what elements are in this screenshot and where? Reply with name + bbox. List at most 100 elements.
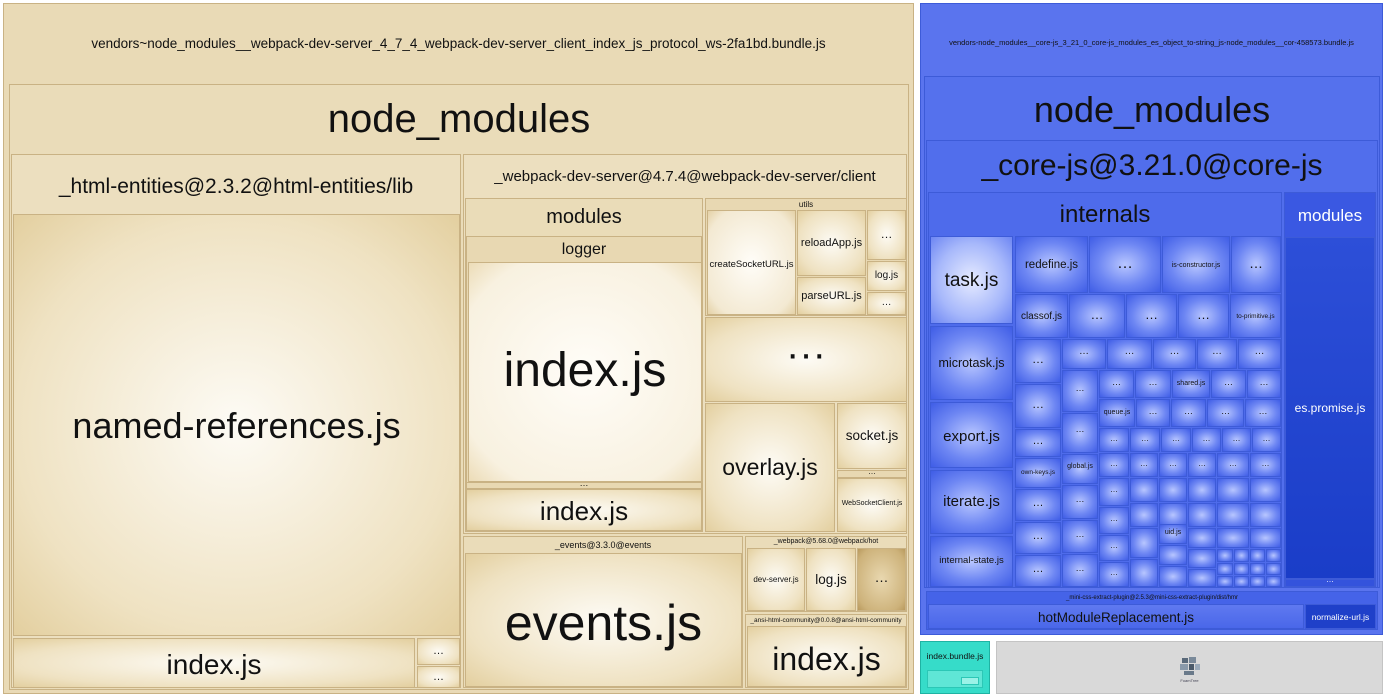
log-tile[interactable]: log.js: [867, 261, 906, 291]
internals-more-tile[interactable]: [1217, 503, 1249, 527]
classof-js-tile[interactable]: classof.js: [1015, 294, 1068, 338]
internals-more-tile[interactable]: [1188, 549, 1216, 568]
internals-more-tile[interactable]: [1217, 576, 1233, 587]
internals-more-tile[interactable]: [1234, 576, 1249, 587]
shared-js-tile[interactable]: shared.js: [1172, 370, 1210, 398]
internals-more-tile[interactable]: …: [1247, 370, 1281, 398]
internals-more-tile[interactable]: …: [1130, 428, 1160, 452]
internals-more-tile[interactable]: …: [1062, 413, 1098, 453]
internals-more-tile[interactable]: [1266, 576, 1281, 587]
internals-more-tile[interactable]: [1159, 566, 1187, 587]
internals-more-tile[interactable]: …: [1062, 520, 1098, 553]
internals-more-tile[interactable]: …: [1062, 554, 1098, 587]
internals-more-tile[interactable]: …: [1231, 236, 1281, 293]
internals-more-tile[interactable]: [1159, 545, 1187, 565]
internals-more-tile[interactable]: …: [1099, 535, 1129, 561]
internals-more-tile[interactable]: …: [1015, 489, 1061, 521]
internals-more-tile[interactable]: [1250, 503, 1281, 527]
internal-state-js-tile[interactable]: internal-state.js: [930, 536, 1013, 587]
internals-more-tile[interactable]: [1234, 549, 1249, 562]
parse-url-tile[interactable]: parseURL.js: [797, 277, 866, 315]
internals-more-tile[interactable]: …: [1159, 453, 1187, 477]
create-socket-url-tile[interactable]: createSocketURL.js: [707, 210, 796, 315]
html-entities-more-tile-1[interactable]: …: [417, 638, 460, 665]
internals-more-tile[interactable]: …: [1062, 339, 1106, 369]
redefine-js-tile[interactable]: redefine.js: [1015, 236, 1088, 293]
internals-more-tile[interactable]: [1188, 478, 1216, 502]
internals-more-tile[interactable]: …: [1130, 453, 1158, 477]
internals-more-tile[interactable]: [1130, 503, 1158, 527]
internals-more-tile[interactable]: …: [1099, 562, 1129, 587]
utils-more-tile-1[interactable]: …: [867, 210, 906, 260]
internals-more-tile[interactable]: …: [1126, 294, 1177, 338]
modules-more-tile[interactable]: …: [466, 482, 702, 489]
named-references-tile[interactable]: named-references.js: [13, 214, 460, 636]
internals-more-tile[interactable]: …: [1099, 478, 1129, 506]
internals-more-tile[interactable]: [1130, 559, 1158, 587]
is-constructor-js-tile[interactable]: is-constructor.js: [1162, 236, 1230, 293]
ansi-index-tile[interactable]: index.js: [747, 626, 906, 687]
internals-more-tile[interactable]: …: [1089, 236, 1161, 293]
internals-more-tile[interactable]: [1250, 478, 1281, 502]
reload-app-tile[interactable]: reloadApp.js: [797, 210, 866, 276]
socket-tile[interactable]: socket.js: [837, 403, 907, 469]
internals-more-tile[interactable]: …: [1099, 507, 1129, 534]
hot-log-tile[interactable]: log.js: [806, 548, 856, 611]
internals-more-tile[interactable]: …: [1245, 399, 1281, 427]
internals-more-tile[interactable]: …: [1099, 453, 1129, 477]
utils-more-tile-2[interactable]: …: [867, 292, 906, 315]
internals-more-tile[interactable]: …: [1069, 294, 1125, 338]
task-js-tile[interactable]: task.js: [930, 236, 1013, 324]
index-bundle-tile[interactable]: index.bundle.js: [920, 641, 990, 694]
internals-more-tile[interactable]: [1266, 563, 1281, 575]
internals-more-tile[interactable]: …: [1135, 370, 1171, 398]
internals-more-tile[interactable]: …: [1015, 384, 1061, 428]
internals-more-tile[interactable]: [1234, 563, 1249, 575]
hot-module-replacement-tile[interactable]: hotModuleReplacement.js: [928, 604, 1304, 629]
internals-more-tile[interactable]: …: [1015, 339, 1061, 383]
internals-more-tile[interactable]: …: [1099, 428, 1129, 452]
internals-more-tile[interactable]: …: [1015, 555, 1061, 587]
internals-more-tile[interactable]: …: [1015, 522, 1061, 554]
internals-more-tile[interactable]: …: [1211, 370, 1246, 398]
internals-more-tile[interactable]: [1217, 563, 1233, 575]
export-js-tile[interactable]: export.js: [930, 402, 1013, 468]
wds-client-more-tile[interactable]: ···: [705, 317, 907, 402]
websocket-client-tile[interactable]: WebSocketClient.js: [837, 478, 907, 532]
internals-more-tile[interactable]: [1217, 549, 1233, 562]
queue-js-tile[interactable]: queue.js: [1099, 399, 1135, 427]
internals-more-tile[interactable]: …: [1171, 399, 1206, 427]
internals-more-tile[interactable]: [1188, 528, 1216, 548]
internals-more-tile[interactable]: [1130, 478, 1158, 502]
internals-more-tile[interactable]: [1217, 528, 1249, 548]
internals-more-tile[interactable]: …: [1238, 339, 1281, 369]
internals-more-tile[interactable]: [1250, 576, 1265, 587]
to-primitive-js-tile[interactable]: to-primitive.js: [1230, 294, 1281, 338]
dev-server-tile[interactable]: dev-server.js: [747, 548, 805, 611]
socket-more-tile[interactable]: …: [837, 470, 907, 478]
internals-more-tile[interactable]: …: [1188, 453, 1216, 477]
microtask-js-tile[interactable]: microtask.js: [930, 326, 1013, 400]
events-js-tile[interactable]: events.js: [465, 553, 742, 687]
internals-more-tile[interactable]: …: [1250, 453, 1281, 477]
global-js-tile[interactable]: global.js: [1062, 454, 1098, 484]
internals-more-tile[interactable]: …: [1107, 339, 1152, 369]
internals-more-tile[interactable]: [1250, 528, 1281, 548]
html-entities-index-tile[interactable]: index.js: [13, 638, 415, 688]
html-entities-more-tile-2[interactable]: …: [417, 666, 460, 688]
normalize-url-tile[interactable]: normalize-url.js: [1305, 604, 1376, 629]
internals-more-tile[interactable]: [1159, 478, 1187, 502]
webpack-hot-more-tile[interactable]: …: [857, 548, 906, 611]
internals-more-tile[interactable]: …: [1062, 485, 1098, 519]
overlay-tile[interactable]: overlay.js: [705, 403, 835, 532]
internals-more-tile[interactable]: …: [1015, 429, 1061, 457]
internals-more-tile[interactable]: [1250, 549, 1265, 562]
internals-more-tile[interactable]: …: [1192, 428, 1221, 452]
internals-more-tile[interactable]: [1266, 549, 1281, 562]
iterate-js-tile[interactable]: iterate.js: [930, 470, 1013, 534]
internals-more-tile[interactable]: …: [1153, 339, 1196, 369]
logger-index-tile[interactable]: index.js: [468, 262, 702, 482]
internals-more-tile[interactable]: [1130, 528, 1158, 558]
internals-more-tile[interactable]: …: [1197, 339, 1237, 369]
internals-more-tile[interactable]: …: [1099, 370, 1134, 398]
